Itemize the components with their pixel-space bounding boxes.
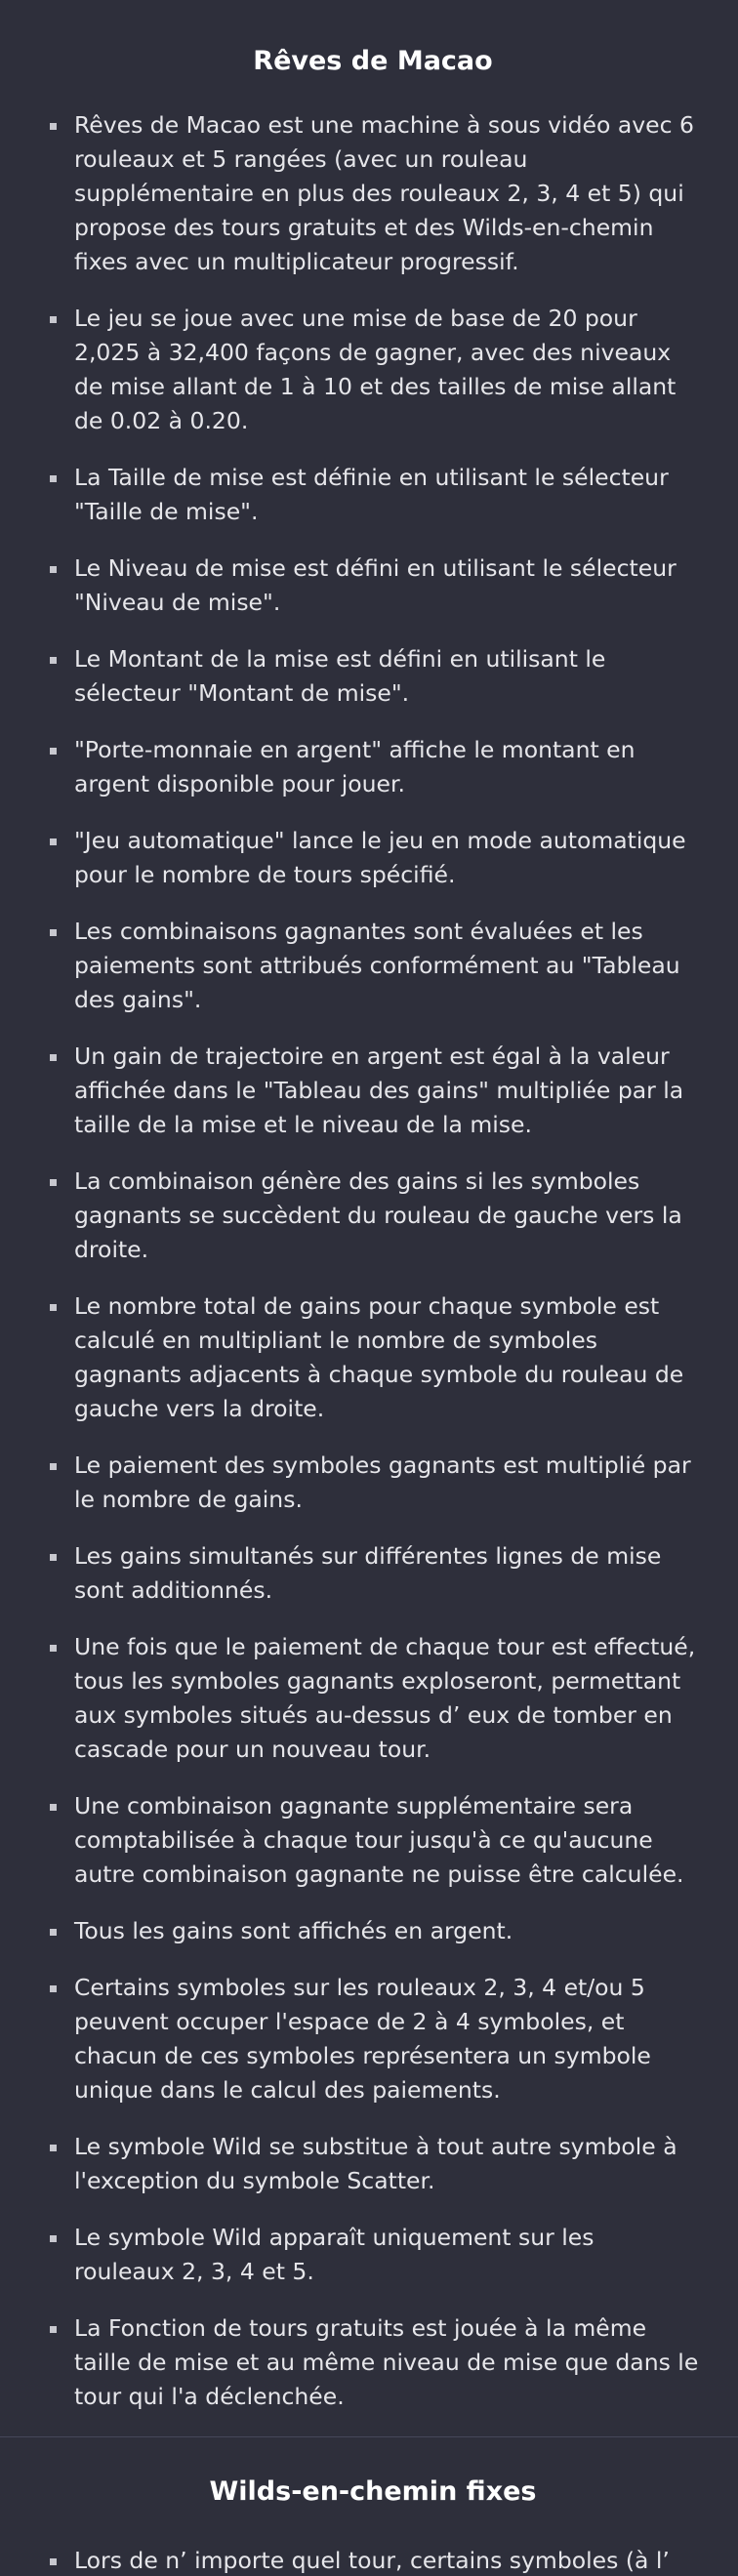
list-item: Les combinaisons gagnantes sont évaluées… bbox=[47, 915, 699, 1017]
rules-page: Rêves de Macao Rêves de Macao est une ma… bbox=[0, 0, 738, 2576]
list-item: Le Montant de la mise est défini en util… bbox=[47, 642, 699, 711]
list-item: La Taille de mise est définie en utilisa… bbox=[47, 461, 699, 529]
section-title: Wilds-en-chemin fixes bbox=[209, 2476, 537, 2508]
section-reves-de-macao: Rêves de Macao Rêves de Macao est une ma… bbox=[0, 0, 738, 2414]
list-item: Une combinaison gagnante supplémentaire … bbox=[47, 1789, 699, 1892]
list-item: Le Niveau de mise est défini en utilisan… bbox=[47, 552, 699, 620]
list-item: Lors de n’ importe quel tour, certains s… bbox=[47, 2544, 699, 2576]
list-item: Le symbole Wild se substitue à tout autr… bbox=[47, 2130, 699, 2198]
list-item: La combinaison génère des gains si les s… bbox=[47, 1165, 699, 1267]
list-item: Le symbole Wild apparaît uniquement sur … bbox=[47, 2221, 699, 2289]
rules-list: Lors de n’ importe quel tour, certains s… bbox=[47, 2544, 699, 2576]
section-title: Rêves de Macao bbox=[253, 46, 493, 76]
list-item: "Porte-monnaie en argent" affiche le mon… bbox=[47, 733, 699, 801]
list-item: Une fois que le paiement de chaque tour … bbox=[47, 1630, 699, 1767]
list-item: Certains symboles sur les rouleaux 2, 3,… bbox=[47, 1971, 699, 2107]
list-item: Le jeu se joue avec une mise de base de … bbox=[47, 302, 699, 438]
list-item: Un gain de trajectoire en argent est éga… bbox=[47, 1040, 699, 1142]
list-item: Les gains simultanés sur différentes lig… bbox=[47, 1539, 699, 1608]
list-item: "Jeu automatique" lance le jeu en mode a… bbox=[47, 824, 699, 892]
list-item: Rêves de Macao est une machine à sous vi… bbox=[47, 108, 699, 279]
section-wilds-en-chemin-fixes: Wilds-en-chemin fixes Lors de n’ importe… bbox=[0, 2437, 738, 2576]
list-item: Le paiement des symboles gagnants est mu… bbox=[47, 1449, 699, 1517]
list-item: Le nombre total de gains pour chaque sym… bbox=[47, 1289, 699, 1426]
list-item: Tous les gains sont affichés en argent. bbox=[47, 1914, 699, 1948]
list-item: La Fonction de tours gratuits est jouée … bbox=[47, 2311, 699, 2414]
rules-list: Rêves de Macao est une machine à sous vi… bbox=[47, 108, 699, 2414]
